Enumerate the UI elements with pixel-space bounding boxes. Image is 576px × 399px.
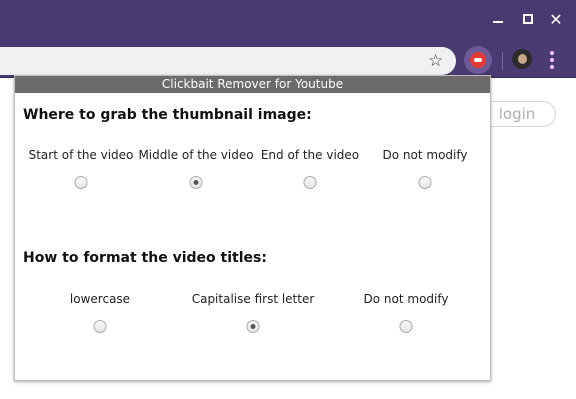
minimize-icon[interactable] — [491, 12, 507, 28]
thumbnail-option-label-start: Start of the video — [28, 148, 134, 162]
extension-popup: Clickbait Remover for Youtube Where to g… — [14, 75, 491, 381]
thumbnail-radio-start[interactable] — [74, 176, 88, 189]
title-radio-capitalise[interactable] — [246, 320, 260, 333]
thumbnail-radio-end[interactable] — [303, 176, 317, 189]
thumbnail-option-label-none: Do not modify — [382, 148, 468, 162]
title-radio-lowercase[interactable] — [93, 320, 107, 333]
title-radio-none[interactable] — [399, 320, 413, 333]
star-icon[interactable]: ☆ — [428, 50, 443, 72]
close-icon[interactable]: ✕ — [548, 12, 564, 28]
title-option-label-none: Do not modify — [363, 292, 449, 306]
avatar[interactable] — [512, 49, 532, 69]
thumbnail-option-label-end: End of the video — [260, 148, 360, 162]
browser-toolbar: ☆ — [0, 42, 576, 78]
title-option-label-capitalise: Capitalise first letter — [191, 292, 315, 306]
address-bar[interactable]: ☆ — [0, 47, 456, 75]
title-option-label-lowercase: lowercase — [69, 292, 131, 306]
clickbait-remover-icon[interactable] — [464, 46, 492, 74]
thumbnail-radio-middle[interactable] — [189, 176, 203, 189]
thumbnail-option-label-middle: Middle of the video — [138, 148, 254, 162]
toolbar-separator — [502, 52, 503, 70]
thumbnail-section-heading: Where to grab the thumbnail image: — [23, 107, 312, 123]
window-titlebar: ✕ — [0, 0, 576, 42]
thumbnail-radio-none[interactable] — [418, 176, 432, 189]
maximize-icon[interactable] — [521, 12, 537, 28]
kebab-menu-icon[interactable] — [549, 51, 555, 69]
title-section-heading: How to format the video titles: — [23, 250, 267, 266]
popup-title: Clickbait Remover for Youtube — [15, 76, 490, 93]
